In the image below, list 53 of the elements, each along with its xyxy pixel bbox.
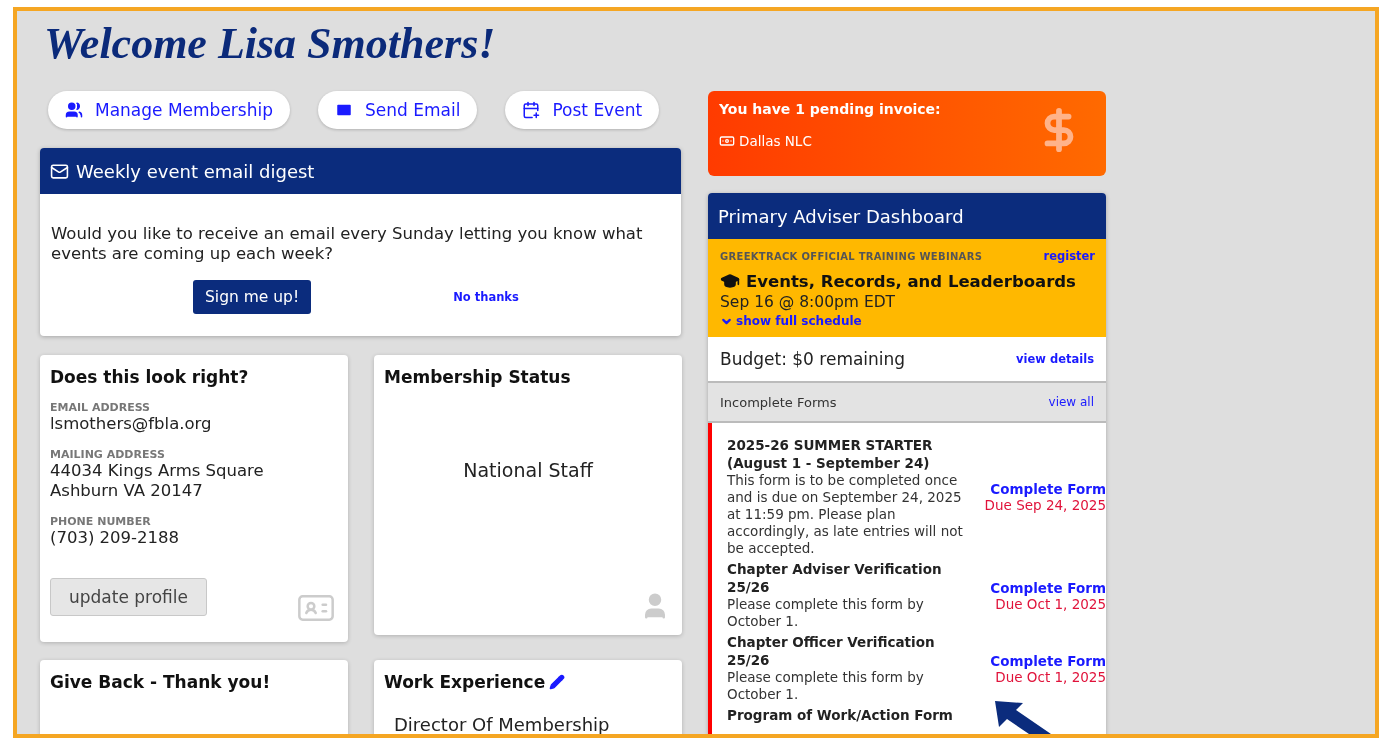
webinar-eyebrow: GREEKTRACK OFFICIAL TRAINING WEBINARS <box>720 250 983 262</box>
due-date: Due Sep 24, 2025 <box>984 497 1106 513</box>
action-button[interactable]: Post Event <box>505 91 660 129</box>
form-title: 2025-26 SUMMER STARTER (August 1 - September 24) <box>727 437 934 472</box>
field-label: PHONE NUMBER <box>50 515 152 528</box>
field-value: Ashburn VA 20147 <box>50 481 204 501</box>
action-button[interactable]: Manage Membership <box>48 91 290 129</box>
graduation-cap-icon <box>720 271 740 291</box>
invoice-item[interactable]: Dallas NLC <box>739 133 812 149</box>
card-title: Work Experience <box>384 672 546 692</box>
view-details-link[interactable]: view details <box>1016 352 1094 366</box>
form-title: Chapter Adviser Verification 25/26 <box>727 561 943 596</box>
complete-form-link[interactable]: Complete Form <box>990 652 1106 669</box>
form-description: Please complete this form by October 1. <box>727 669 925 703</box>
sign-up-button[interactable]: Sign me up! <box>193 280 312 314</box>
invoice-title: You have 1 pending invoice: <box>719 101 942 117</box>
digest-message: Would you like to receive an email every Sunday letting you know what events are coming up each week? <box>51 224 644 264</box>
work-item: Director Of Membership <box>394 714 611 734</box>
welcome-title: Welcome Lisa Smothers! <box>44 18 496 70</box>
due-date: Due Oct 1, 2025 <box>995 595 1106 612</box>
pencil-icon[interactable] <box>549 674 566 690</box>
complete-form-link[interactable]: Complete Form <box>990 481 1106 497</box>
forms-title: Incomplete Forms <box>720 394 837 410</box>
arrow-icon <box>995 701 1051 734</box>
banknote-icon <box>719 133 735 149</box>
field-value: lsmothers@fbla.org <box>50 414 213 434</box>
decline-link[interactable]: No thanks <box>453 290 519 304</box>
calendar-plus-icon <box>522 101 541 119</box>
form-title: Chapter Officer Verification 25/26 <box>727 634 936 669</box>
update-profile-button[interactable]: update profile <box>50 578 207 616</box>
membership-status: National Staff <box>462 459 595 481</box>
schedule-toggle[interactable]: show full schedule <box>720 314 1095 328</box>
card-title: Weekly event email digest <box>76 160 315 182</box>
card-title: Membership Status <box>384 367 572 387</box>
webinar-title: Events, Records, and Leaderboards <box>746 271 1076 291</box>
action-button[interactable]: Send Email <box>318 91 478 129</box>
card-title: Does this look right? <box>50 367 250 387</box>
form-title: Program of Work/Action Form <box>727 707 954 725</box>
register-link[interactable]: register <box>1043 249 1095 263</box>
field-label: EMAIL ADDRESS <box>50 401 151 414</box>
form-description: This form is to be completed once and is due on September 24, 2025 at 11:59 pm. Please plan accordingly, as late entries will not be accepted. <box>727 472 964 557</box>
users-icon <box>65 101 83 119</box>
complete-form-link[interactable]: Complete Form <box>990 579 1106 596</box>
form-description: Please complete this form by October 1. <box>727 596 925 630</box>
due-date: Due Oct 1, 2025 <box>995 668 1106 685</box>
card-title: Give Back - Thank you! <box>50 672 272 692</box>
field-value: 44034 Kings Arms Square <box>50 461 265 481</box>
webinar-time: Sep 16 @ 8:00pm EDT <box>720 293 897 311</box>
budget-text: Budget: $0 remaining <box>720 349 906 369</box>
card-title: Primary Adviser Dashboard <box>718 205 964 227</box>
field-value: (703) 209-2188 <box>50 528 181 548</box>
field-label: MAILING ADDRESS <box>50 448 166 461</box>
view-all-link[interactable]: view all <box>1048 395 1094 409</box>
